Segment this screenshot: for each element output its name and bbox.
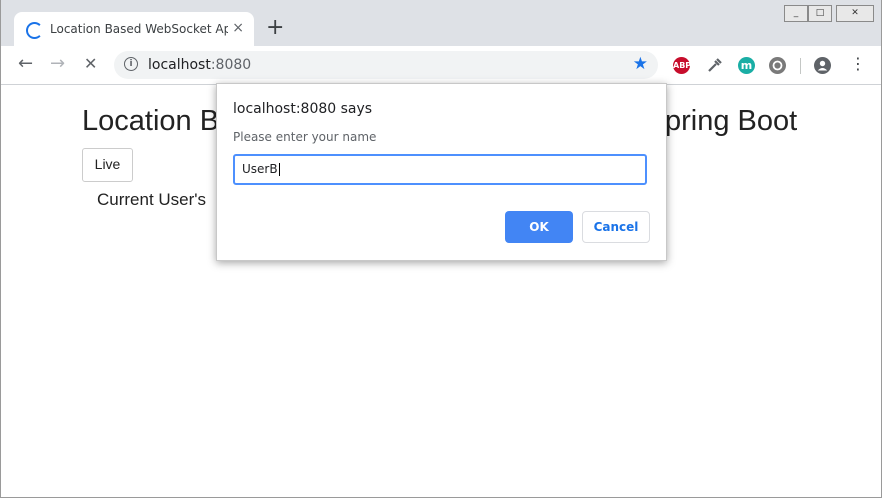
name-input[interactable]: UserB [233, 154, 647, 185]
text-caret [278, 163, 280, 176]
live-button[interactable]: Live [82, 148, 133, 182]
browser-window: Location Based WebSocket Appli × + _ □ ✕… [0, 0, 882, 499]
maximize-button[interactable]: □ [808, 5, 832, 22]
page-title-right: pring Boot [665, 105, 798, 137]
browser-toolbar: ← → ✕ i localhost:8080 ★ ABP m ⋮ [0, 46, 882, 85]
info-icon[interactable]: i [124, 57, 138, 71]
ok-button[interactable]: OK [505, 211, 573, 243]
page-title-left: Location B [82, 105, 220, 137]
dialog-message: Please enter your name [233, 130, 377, 144]
close-window-button[interactable]: ✕ [836, 5, 874, 22]
back-arrow-icon[interactable]: ← [18, 54, 33, 74]
cancel-button[interactable]: Cancel [582, 211, 650, 243]
new-tab-button[interactable]: + [266, 17, 284, 39]
sync-icon[interactable] [769, 57, 786, 74]
forward-arrow-icon[interactable]: → [50, 54, 65, 74]
profile-avatar-icon[interactable] [814, 57, 831, 74]
tab-close-icon[interactable]: × [232, 20, 244, 36]
url-port: :8080 [210, 57, 252, 73]
m-extension-icon[interactable]: m [738, 57, 755, 74]
tab-active[interactable]: Location Based WebSocket Appli × [14, 12, 254, 46]
loading-spinner-icon [26, 22, 43, 39]
url-host: localhost [148, 57, 211, 73]
stop-loading-icon[interactable]: ✕ [84, 54, 97, 74]
toolbar-divider [800, 58, 801, 74]
window-controls: _ □ ✕ [784, 5, 874, 22]
name-input-value: UserB [242, 162, 278, 176]
address-bar[interactable]: i localhost:8080 ★ [114, 51, 658, 79]
title-bar: Location Based WebSocket Appli × + _ □ ✕ [0, 0, 882, 46]
dropper-icon[interactable] [706, 57, 723, 74]
tab-title: Location Based WebSocket Appli [50, 22, 228, 36]
current-user-label: Current User's [97, 190, 207, 209]
menu-kebab-icon[interactable]: ⋮ [850, 54, 866, 74]
minimize-button[interactable]: _ [784, 5, 808, 22]
url-text[interactable]: localhost:8080 [148, 57, 251, 73]
bookmark-star-icon[interactable]: ★ [633, 54, 648, 74]
dialog-title: localhost:8080 says [233, 101, 373, 117]
abp-icon[interactable]: ABP [673, 57, 691, 74]
prompt-dialog: localhost:8080 says Please enter your na… [216, 83, 667, 261]
